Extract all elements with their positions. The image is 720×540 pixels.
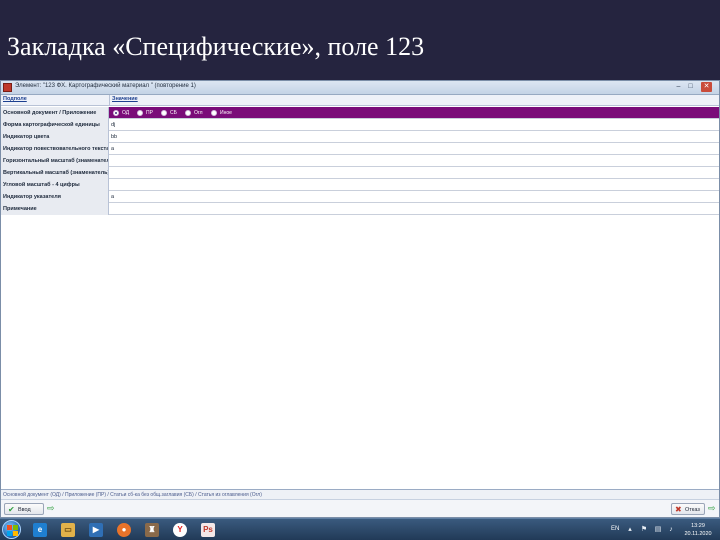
clock[interactable]: 13:29 20.11.2020 — [680, 522, 716, 538]
row-value[interactable]: bb — [111, 134, 117, 140]
table-row[interactable]: Примечание — [1, 203, 719, 215]
photoshop-icon[interactable]: Ps — [198, 521, 218, 539]
radio-icon — [161, 110, 167, 116]
app-window: Элемент: "123 ФХ. Картографический матер… — [0, 80, 720, 518]
row-value[interactable]: a — [111, 194, 114, 200]
row-label: Индикатор цвета — [1, 131, 109, 143]
radio-icon — [211, 110, 217, 116]
windows-logo-part — [13, 531, 18, 536]
radio-checked-icon — [113, 110, 119, 116]
column-header-value[interactable]: Значение — [112, 96, 138, 102]
table-row[interactable]: Индикатор указателя a — [1, 191, 719, 203]
volume-icon[interactable]: ♪ — [667, 526, 675, 534]
status-text: Основной документ (ОД) / Приложение (ПР)… — [3, 492, 262, 498]
row-label: Угловой масштаб - 4 цифры — [1, 179, 109, 191]
ie-icon[interactable]: e — [30, 521, 50, 539]
table-row[interactable]: Вертикальный масштаб (знаменатель) — [1, 167, 719, 179]
row-label: Форма картографической единицы — [1, 119, 109, 131]
network-icon[interactable]: ▤ — [654, 526, 662, 534]
show-hidden-icons-icon[interactable]: ▴ — [626, 526, 634, 534]
clock-time: 13:29 — [691, 523, 705, 529]
row-label: Горизонтальный масштаб (знаменатель) — [1, 155, 109, 167]
cross-icon: ✖ — [675, 505, 682, 514]
explorer-icon[interactable]: ▭ — [58, 521, 78, 539]
ok-button[interactable]: ✔ Ввод — [4, 503, 44, 515]
radio-icon — [137, 110, 143, 116]
media-player-icon[interactable]: ▶ — [86, 521, 106, 539]
row-value[interactable]: dj — [111, 122, 115, 128]
button-bar: ✔ Ввод ⇨ ✖ Отказ ⇨ — [1, 499, 719, 517]
minimize-button[interactable]: – — [673, 82, 684, 92]
window-title: Элемент: "123 ФХ. Картографический матер… — [15, 83, 196, 89]
firefox-icon[interactable]: ● — [114, 521, 134, 539]
column-divider[interactable] — [109, 95, 110, 106]
exit-arrow-icon[interactable]: ⇨ — [708, 504, 717, 513]
windows-logo-icon — [7, 525, 12, 530]
table-row-main-document[interactable]: Основной документ / Приложение ОД ПР СБ … — [1, 107, 719, 119]
column-header-subfield[interactable]: Подполе — [3, 96, 27, 102]
table-row[interactable]: Горизонтальный масштаб (знаменатель) — [1, 155, 719, 167]
checkmark-icon: ✔ — [8, 505, 15, 514]
language-indicator[interactable]: EN — [611, 526, 619, 532]
row-label: Индикатор повествовательного текста — [1, 143, 109, 155]
status-bar: Основной документ (ОД) / Приложение (ПР)… — [1, 489, 719, 499]
slide-title: Закладка «Специфические», поле 123 — [7, 32, 425, 61]
app-icon — [3, 83, 12, 92]
windows-logo-part — [7, 531, 12, 536]
flag-icon[interactable]: ⚑ — [640, 526, 648, 534]
row-value[interactable]: a — [111, 146, 114, 152]
table-row[interactable]: Форма картографической единицы dj — [1, 119, 719, 131]
row-label: Примечание — [1, 203, 109, 215]
start-button[interactable] — [2, 520, 21, 539]
row-label: Вертикальный масштаб (знаменатель) — [1, 167, 109, 179]
grid-header: Подполе Значение — [1, 95, 719, 106]
windows-logo-part — [13, 525, 18, 530]
radio-icon — [185, 110, 191, 116]
row-label: Основной документ / Приложение — [1, 107, 109, 119]
row-label: Индикатор указателя — [1, 191, 109, 203]
next-arrow-icon[interactable]: ⇨ — [47, 504, 56, 513]
game-icon[interactable]: ♜ — [142, 521, 162, 539]
maximize-button[interactable]: □ — [685, 82, 696, 92]
window-titlebar[interactable]: Элемент: "123 ФХ. Картографический матер… — [1, 81, 719, 95]
slide-header: Закладка «Специфические», поле 123 — [0, 0, 720, 80]
table-row[interactable]: Индикатор цвета bb — [1, 131, 719, 143]
yandex-icon[interactable]: Y — [170, 521, 190, 539]
close-button[interactable]: ✕ — [701, 82, 712, 92]
table-row[interactable]: Индикатор повествовательного текста a — [1, 143, 719, 155]
cancel-button[interactable]: ✖ Отказ — [671, 503, 705, 515]
clock-date: 20.11.2020 — [684, 531, 712, 537]
taskbar: e ▭ ▶ ● ♜ Y Ps EN ▴ ⚑ ▤ ♪ 13:29 20.11.20… — [0, 518, 720, 540]
table-row[interactable]: Угловой масштаб - 4 цифры — [1, 179, 719, 191]
